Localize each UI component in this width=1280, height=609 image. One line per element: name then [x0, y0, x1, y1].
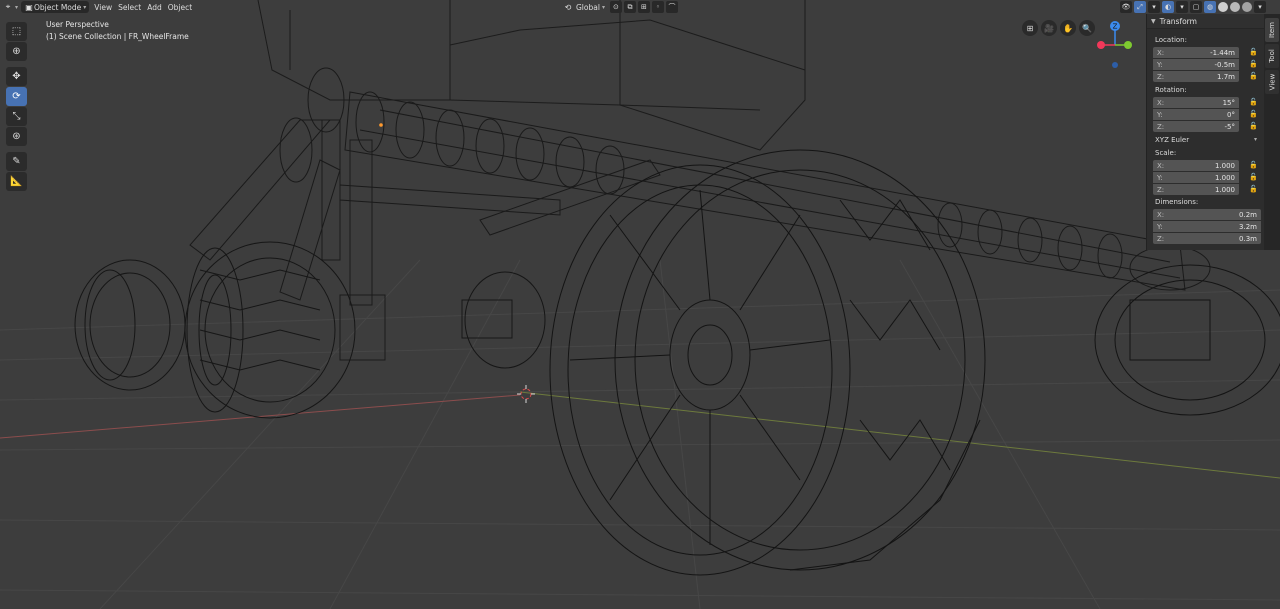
lock-icon[interactable]: 🔓 [1249, 98, 1258, 106]
cursor-icon[interactable]: ⊕ [6, 42, 27, 61]
shading-dropdown-icon[interactable]: ▾ [1254, 1, 1266, 13]
y-axis-line [519, 391, 1280, 479]
x-axis-icon [1097, 41, 1105, 49]
lock-icon[interactable]: 🔓 [1249, 173, 1258, 181]
object-mode-icon: ▣ [25, 2, 33, 12]
collection-label: (1) Scene Collection | FR_WheelFrame [46, 32, 189, 41]
location-x-field[interactable]: X: -1.44m [1153, 47, 1239, 58]
move-icon[interactable]: ✥ [6, 67, 27, 86]
xray-icon[interactable]: ▢ [1190, 1, 1202, 13]
falloff-icon[interactable]: ⌒ [665, 1, 678, 13]
dimensions-x-field[interactable]: X: 0.2m [1153, 209, 1261, 220]
pan-hand-icon[interactable]: ✋ [1060, 20, 1076, 36]
menu-object[interactable]: Object [165, 1, 195, 13]
svg-text:Z: Z [1113, 23, 1118, 31]
rotation-x-field[interactable]: X: 15° [1153, 97, 1239, 108]
neg-z-axis-icon [1112, 62, 1118, 68]
transform-panel-header[interactable]: ▼ Transform [1147, 14, 1264, 29]
lock-icon[interactable]: 🔓 [1249, 60, 1258, 68]
overlays-dropdown-icon[interactable]: ▾ [1176, 1, 1188, 13]
3d-viewport[interactable]: ⌖ ▾ ▣ Object Mode ▾ View Select Add Objec… [0, 0, 1280, 609]
proportional-editing-icon[interactable]: ◦ [651, 1, 664, 13]
menu-view[interactable]: View [91, 1, 115, 13]
viewport-info: User Perspective (1) Scene Collection | … [46, 19, 189, 43]
lock-icon[interactable]: 🔓 [1249, 161, 1258, 169]
dimensions-y-field[interactable]: Y: 3.2m [1153, 221, 1261, 232]
rotation-mode-dropdown[interactable]: XYZ Euler ▾ [1151, 134, 1261, 145]
properties-sidebar: ▼ Transform Location: X: -1.44m Y: -0.5m Z… [1146, 14, 1264, 250]
gizmo-toggle-icon[interactable]: ⤢ [1134, 1, 1146, 13]
navigation-gizmo[interactable]: Z [1092, 20, 1138, 70]
gizmo-dropdown-icon[interactable]: ▾ [1148, 1, 1160, 13]
scale-y-field[interactable]: Y: 1.000 [1153, 172, 1239, 183]
suspension-arm [344, 91, 1211, 291]
chevron-down-icon: ▾ [1253, 136, 1257, 143]
overlays-toggle-icon[interactable]: ◐ [1162, 1, 1174, 13]
navigation-controls: ⊞ 🎥 ✋ 🔍 [1022, 20, 1095, 36]
menu-add[interactable]: Add [144, 1, 165, 13]
y-axis-icon [1124, 41, 1132, 49]
tab-item[interactable]: Item [1265, 18, 1279, 42]
select-box-icon[interactable]: ⬚ [6, 22, 27, 41]
3d-cursor-icon [517, 385, 535, 403]
scale-label: Scale: [1155, 149, 1177, 157]
transform-icon[interactable]: ⊛ [6, 127, 27, 146]
collapse-icon: ▼ [1151, 17, 1156, 25]
annotate-icon[interactable]: ✎ [6, 152, 27, 171]
mode-label: Object Mode [34, 2, 82, 12]
rendered-shading-icon[interactable] [1242, 2, 1252, 12]
transform-orientation-dropdown[interactable]: ⟲ Global ▾ [560, 1, 608, 13]
visibility-icon[interactable]: 👁 [1120, 1, 1132, 13]
perspective-label: User Perspective [46, 20, 109, 29]
editor-type-button[interactable]: ⌖ ▾ [0, 1, 21, 13]
orientation-icon: ⟲ [564, 2, 572, 12]
tab-tool[interactable]: Tool [1265, 44, 1279, 68]
scale-x-field[interactable]: X: 1.000 [1153, 160, 1239, 171]
camera-icon[interactable]: 🎥 [1041, 20, 1057, 36]
center-wheel [461, 271, 546, 369]
left-wheels [74, 241, 356, 419]
scale-icon[interactable]: ⤡ [6, 107, 27, 126]
dimensions-z-field[interactable]: Z: 0.3m [1153, 233, 1261, 244]
editor-type-icon: ⌖ [5, 2, 11, 11]
rocker-rods [189, 67, 661, 361]
rotation-y-field[interactable]: Y: 0° [1153, 109, 1239, 120]
tab-view[interactable]: View [1265, 70, 1279, 94]
dimensions-label: Dimensions: [1155, 198, 1199, 206]
snap-target-icon[interactable]: ⊞ [637, 1, 650, 13]
rotation-z-field[interactable]: Z: -5° [1153, 121, 1239, 132]
rotation-label: Rotation: [1155, 86, 1187, 94]
rotate-icon[interactable]: ⟳ [6, 87, 27, 106]
tool-shelf: ⬚ ⊕ ✥ ⟳ ⤡ ⊛ ✎ 📐 [6, 22, 28, 191]
wheel-spokes [569, 189, 831, 545]
location-z-field[interactable]: Z: 1.7m [1153, 71, 1239, 82]
lock-icon[interactable]: 🔓 [1249, 72, 1258, 80]
object-origin-icon [379, 123, 383, 127]
scale-z-field[interactable]: Z: 1.000 [1153, 184, 1239, 195]
solid-shading-icon[interactable] [1218, 2, 1228, 12]
sidebar-tabs: Item Tool View [1264, 14, 1280, 250]
header-center-tools: ⟲ Global ▾ ⊙ ⧉ ⊞ ◦ ⌒ [560, 1, 678, 13]
grid-view-icon[interactable]: ⊞ [1022, 20, 1038, 36]
wireframe-shading-icon[interactable]: ◍ [1204, 1, 1216, 13]
location-y-field[interactable]: Y: -0.5m [1153, 59, 1239, 70]
pivot-point-icon[interactable]: ⊙ [609, 1, 622, 13]
measure-icon[interactable]: 📐 [6, 172, 27, 191]
mode-selector[interactable]: ▣ Object Mode ▾ [21, 1, 90, 13]
menu-select[interactable]: Select [115, 1, 144, 13]
location-label: Location: [1155, 36, 1187, 44]
material-shading-icon[interactable] [1230, 2, 1240, 12]
lock-icon[interactable]: 🔓 [1249, 122, 1258, 130]
panel-title: Transform [1159, 16, 1197, 26]
rotation-mode-label: XYZ Euler [1155, 135, 1190, 144]
lock-icon[interactable]: 🔓 [1249, 48, 1258, 56]
lock-icon[interactable]: 🔓 [1249, 110, 1258, 118]
lock-icon[interactable]: 🔓 [1249, 185, 1258, 193]
wireframe-scene[interactable] [0, 0, 1280, 609]
snap-icon[interactable]: ⧉ [623, 1, 636, 13]
header-right-tools: 👁 ⤢ ▾ ◐ ▾ ▢ ◍ ▾ [1120, 1, 1266, 13]
orientation-label: Global [576, 2, 600, 12]
